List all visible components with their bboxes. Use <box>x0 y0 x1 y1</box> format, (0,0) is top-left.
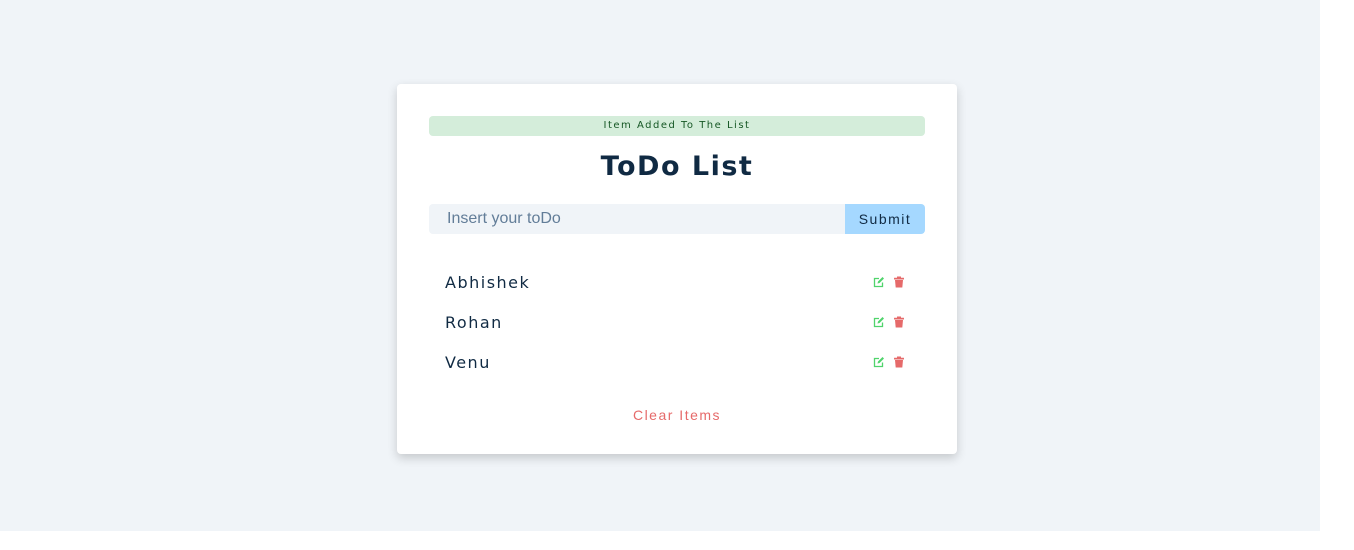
list-item: Venu <box>429 342 925 382</box>
trash-icon[interactable] <box>893 276 905 288</box>
todo-input[interactable] <box>429 204 845 234</box>
list-item: Rohan <box>429 302 925 342</box>
todo-form: Submit <box>429 204 925 234</box>
todo-list: Abhishek Rohan Venu <box>429 262 925 382</box>
item-actions <box>873 356 905 368</box>
page-title: ToDo List <box>600 151 754 182</box>
edit-icon[interactable] <box>873 356 885 368</box>
item-actions <box>873 316 905 328</box>
edit-icon[interactable] <box>873 316 885 328</box>
alert-banner: Item Added To The List <box>429 116 925 136</box>
submit-button[interactable]: Submit <box>845 204 925 234</box>
edit-icon[interactable] <box>873 276 885 288</box>
item-title: Venu <box>445 352 491 372</box>
list-item: Abhishek <box>429 262 925 302</box>
todo-card: Item Added To The List ToDo List Submit … <box>397 84 957 454</box>
clear-items-button[interactable]: Clear Items <box>633 407 721 423</box>
item-title: Rohan <box>445 312 503 332</box>
item-actions <box>873 276 905 288</box>
trash-icon[interactable] <box>893 316 905 328</box>
trash-icon[interactable] <box>893 356 905 368</box>
item-title: Abhishek <box>445 272 531 292</box>
